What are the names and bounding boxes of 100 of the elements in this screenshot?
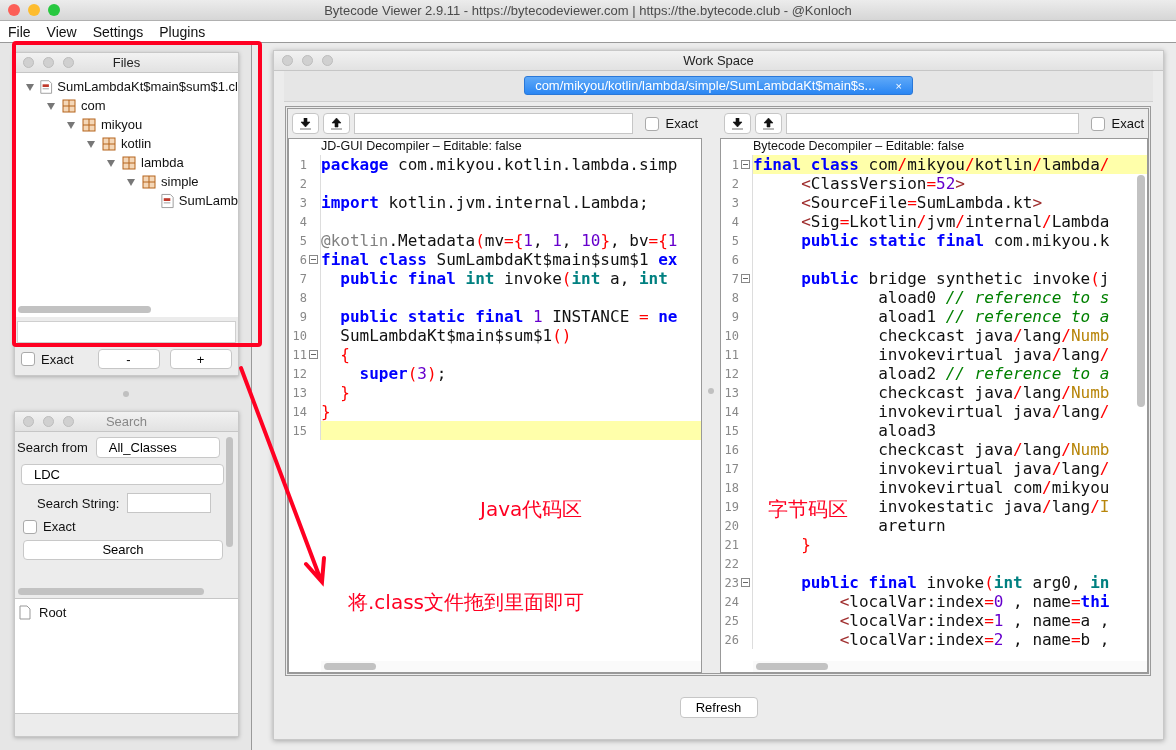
code-line: aload2 // reference to a (878, 364, 1110, 383)
expanded-triangle-icon[interactable] (66, 119, 76, 130)
code-line: @kotlin.Metadata(mv={1, 1, 10}, bv={1 (321, 231, 678, 250)
panel-title: Work Space (682, 53, 755, 68)
upload-button[interactable] (755, 113, 782, 134)
checkbox[interactable] (645, 116, 660, 131)
code-line: invokevirtual java/lang/ (878, 402, 1110, 421)
line-number: 25 (724, 613, 739, 628)
checkbox[interactable] (21, 352, 35, 366)
code-line: package com.mikyou.kotlin.lambda.simp (321, 155, 678, 174)
line-number: 11 (292, 347, 307, 362)
code-line: <localVar:index=1 , name=a , (839, 611, 1110, 630)
checkbox[interactable] (1091, 116, 1106, 131)
fold-icon[interactable] (309, 350, 318, 359)
expanded-triangle-icon[interactable] (25, 81, 35, 92)
code-line: checkcast java/lang/Numb (878, 440, 1110, 459)
window-control-button[interactable] (43, 57, 54, 68)
expanded-triangle-icon[interactable] (46, 100, 56, 111)
filter-field[interactable] (17, 321, 236, 343)
expanded-triangle-icon[interactable] (86, 138, 96, 149)
code-line: areturn (878, 516, 946, 535)
line-number: 20 (724, 518, 739, 533)
code-line: invokevirtual java/lang/ (878, 345, 1110, 364)
line-number: 2 (299, 176, 307, 191)
upload-button[interactable] (323, 113, 350, 134)
fold-icon[interactable] (741, 160, 750, 169)
search-button[interactable]: Search (23, 540, 223, 560)
code-line: invokestatic java/lang/I (878, 497, 1110, 516)
search-scope-dropdown[interactable]: All_Classes (95, 437, 220, 458)
panel-title: Search (104, 414, 149, 429)
refresh-button[interactable]: Refresh (679, 697, 758, 718)
minimize-button[interactable] (28, 4, 40, 16)
tree-item[interactable]: lambda (141, 155, 184, 170)
line-number: 1 (299, 157, 307, 172)
line-number: 9 (731, 309, 739, 324)
window-control-button[interactable] (23, 416, 34, 427)
tree-item[interactable]: com (81, 98, 106, 113)
download-button[interactable] (292, 113, 319, 134)
window-control-button[interactable] (63, 57, 74, 68)
code-line: public final invoke(int arg0, in (801, 573, 1110, 592)
line-number: 16 (724, 442, 739, 457)
tree-item[interactable]: SumLambdaKt$main$sum$1.cl (57, 79, 238, 94)
splitter-handle[interactable] (708, 388, 714, 394)
code-line: aload1 // reference to a (878, 307, 1110, 326)
code-line: SumLambdaKt$main$sum$1() (340, 326, 572, 345)
package-icon (101, 135, 117, 152)
window-control-button[interactable] (23, 57, 34, 68)
splitter-handle[interactable] (122, 390, 129, 397)
line-number: 18 (724, 480, 739, 495)
tree-item[interactable]: Root (39, 605, 67, 620)
window-control-button[interactable] (282, 55, 293, 66)
scrollbar[interactable] (756, 663, 828, 670)
download-icon (300, 117, 311, 130)
checkbox[interactable] (23, 519, 37, 534)
window-control-button[interactable] (63, 416, 74, 427)
code-line: aload3 (878, 421, 937, 440)
scrollbar[interactable] (226, 437, 233, 547)
fold-icon[interactable] (741, 274, 750, 283)
tree-item[interactable]: mikyou (101, 117, 143, 132)
code-line: <Sig=Lkotlin/jvm/internal/Lambda (801, 212, 1110, 231)
scrollbar[interactable] (324, 663, 376, 670)
code-line: } (801, 535, 811, 554)
close-button[interactable] (8, 4, 20, 16)
fold-icon[interactable] (309, 255, 318, 264)
expanded-triangle-icon[interactable] (126, 176, 136, 187)
line-number: 7 (299, 271, 307, 286)
line-number: 23 (724, 575, 739, 590)
search-type-dropdown[interactable]: LDC (21, 464, 224, 485)
zoom-button[interactable] (48, 4, 60, 16)
menu-item[interactable]: File (4, 23, 43, 40)
line-number: 14 (724, 404, 739, 419)
line-number: 21 (724, 537, 739, 552)
scrollbar[interactable] (1137, 175, 1145, 407)
add-button[interactable]: + (169, 349, 232, 369)
find-field[interactable] (786, 113, 1080, 134)
window-control-button[interactable] (322, 55, 333, 66)
menu-item[interactable]: Plugins (155, 23, 218, 40)
line-number: 13 (292, 385, 307, 400)
code-line: <localVar:index=2 , name=b , (839, 630, 1110, 649)
code-line: final class com/mikyou/kotlin/lambda/ (753, 155, 1110, 174)
menu-item[interactable]: View (42, 23, 89, 40)
find-field[interactable] (354, 113, 634, 134)
menu-item[interactable]: Settings (88, 23, 156, 40)
line-number: 12 (724, 366, 739, 381)
scrollbar[interactable] (18, 306, 151, 313)
line-number: 24 (724, 594, 739, 609)
tree-item[interactable]: kotlin (121, 136, 152, 151)
annotation-text: 将.class文件拖到里面即可 (348, 589, 584, 616)
fold-icon[interactable] (741, 578, 750, 587)
window-control-button[interactable] (302, 55, 313, 66)
search-string-field[interactable] (127, 493, 212, 513)
tree-item[interactable]: simple (161, 174, 199, 189)
window-control-button[interactable] (43, 416, 54, 427)
tree-item[interactable]: SumLamb (178, 193, 238, 208)
file-icon (38, 78, 54, 95)
download-button[interactable] (724, 113, 751, 134)
remove-button[interactable]: - (97, 349, 160, 369)
line-number: 4 (731, 214, 739, 229)
scrollbar[interactable] (18, 588, 204, 595)
expanded-triangle-icon[interactable] (106, 157, 116, 168)
